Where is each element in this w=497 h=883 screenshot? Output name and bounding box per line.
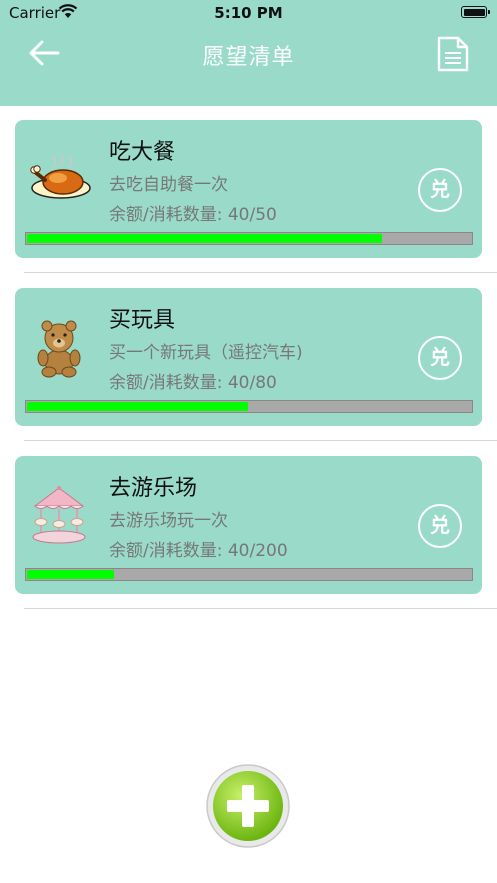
wish-title: 买玩具 [109,308,176,333]
page-title: 愿望清单 [202,45,295,70]
nav-bar: 愿望清单 [0,26,497,106]
wish-description: 买一个新玩具（遥控汽车) [109,343,303,363]
battery-icon [461,6,490,18]
add-wish-button[interactable] [205,763,291,849]
progress-bar [25,400,473,413]
wish-quantity: 余额/消耗数量: 40/80 [109,373,277,393]
divider [24,272,497,273]
wish-description: 去吃自助餐一次 [109,175,228,195]
carousel-icon [32,486,86,544]
wish-quantity: 余额/消耗数量: 40/200 [109,541,288,561]
teddy-bear-icon [37,320,81,378]
progress-fill [27,570,115,579]
progress-bar [25,568,473,581]
roast-chicken-icon [30,153,91,199]
redeem-button[interactable]: 兑 [418,168,462,212]
progress-fill [27,234,382,243]
wish-title: 去游乐场 [109,476,198,501]
divider [24,440,497,441]
progress-bar [25,232,473,245]
progress-fill [27,402,248,411]
wish-card[interactable]: 买玩具 买一个新玩具（遥控汽车) 余额/消耗数量: 40/80 兑 [15,288,482,426]
redeem-button[interactable]: 兑 [418,336,462,380]
document-list-icon[interactable] [436,36,470,72]
wish-quantity: 余额/消耗数量: 40/50 [109,205,277,225]
clock: 5:10 PM [214,4,283,22]
wish-description: 去游乐场玩一次 [109,511,228,531]
divider [24,608,497,609]
wish-card[interactable]: 去游乐场 去游乐场玩一次 余额/消耗数量: 40/200 兑 [15,456,482,594]
redeem-button[interactable]: 兑 [418,504,462,548]
wish-card[interactable]: 吃大餐 去吃自助餐一次 余额/消耗数量: 40/50 兑 [15,120,482,258]
status-bar: Carrier 5:10 PM [0,0,497,26]
wish-title: 吃大餐 [109,140,176,165]
